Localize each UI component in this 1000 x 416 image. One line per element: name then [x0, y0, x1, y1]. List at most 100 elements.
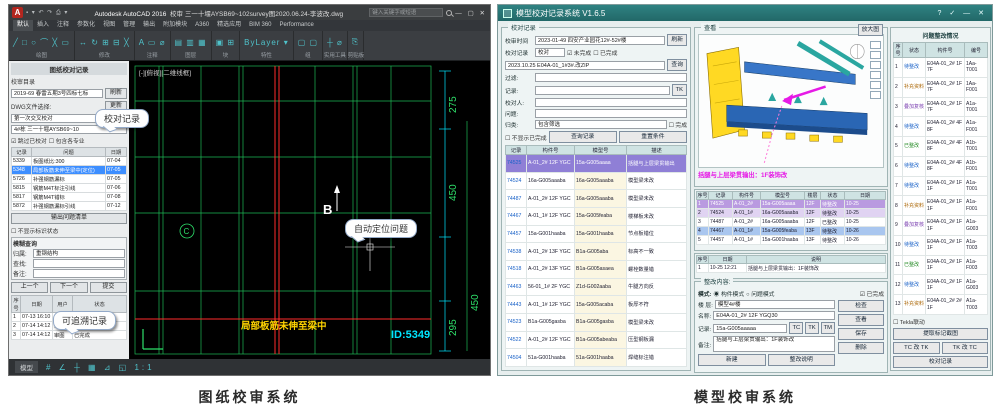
- submit-button[interactable]: 提交: [90, 282, 127, 293]
- ribbon-tab[interactable]: 参数化: [73, 20, 99, 31]
- tc-to-tk-button[interactable]: TC 改 TK: [893, 342, 940, 354]
- dir-select[interactable]: 2019-69 春雷五期3号四标七标: [11, 89, 103, 98]
- record-row[interactable]: 7445715a-G001haaba15a-G001haaba节点板错位: [506, 225, 687, 243]
- autocad-logo-icon[interactable]: A: [12, 7, 23, 18]
- reset-button[interactable]: 重置条件: [619, 131, 687, 143]
- ribbon-group[interactable]: ╱ □ ○ ⌒ ╳ ▭ 绘图: [9, 31, 75, 60]
- mode-select[interactable]: 校对: [535, 48, 565, 57]
- ribbon-group[interactable]: ▢ ▢ 组: [294, 31, 323, 60]
- done-checkbox[interactable]: ☑ 已完成: [860, 289, 884, 298]
- tc-button[interactable]: TC: [789, 322, 803, 334]
- issue-row[interactable]: 5348局部板筋未伸至梁中(定位)07-05: [12, 166, 127, 175]
- record-row[interactable]: 74518A-01_2# 13F YGCB1a-G005asaea螺栓数量错: [506, 260, 687, 278]
- tk-to-tc-button[interactable]: TK 改 TC: [942, 342, 989, 354]
- component-mode-radio[interactable]: ◉ 构件模式: [714, 289, 745, 298]
- check-button[interactable]: 检查: [838, 300, 884, 312]
- tk-button[interactable]: TK: [672, 84, 687, 96]
- detail-row[interactable]: 274524A-01_1#16a-G005aaaba12F待整改10-25: [697, 209, 886, 218]
- issue-row[interactable]: 5872补强钢筋漏标引线07-12: [12, 202, 127, 211]
- drawing-canvas[interactable]: [-][俯视][二维线框] 275 450 295 450 B C 局部板筋未伸…: [129, 61, 490, 359]
- detail-row[interactable]: 574457A-01_1#15a-G001haaba13F待整改10-26: [697, 236, 886, 245]
- status-row[interactable]: 9叠加复核E04A-01_2# 1F 1FA1a-G003: [894, 216, 988, 236]
- issue-row[interactable]: 5817钢筋M4T错标07-08: [12, 193, 127, 202]
- viewport-controls[interactable]: [-][俯视][二维线框]: [139, 68, 191, 77]
- ribbon-tab[interactable]: 附加模块: [159, 20, 191, 31]
- check-records-button[interactable]: 校对记录: [893, 356, 988, 368]
- status-row[interactable]: 10待整改E04A-01_2# 1F 1FA1a-T003: [894, 235, 988, 255]
- record-field[interactable]: 15a-G005aaaaa: [713, 324, 787, 333]
- search-icon[interactable]: [446, 10, 452, 16]
- refresh-button[interactable]: 刷新: [105, 88, 127, 99]
- ribbon-tab[interactable]: Performance: [276, 20, 318, 31]
- status-row[interactable]: 11已整改E04A-01_2# 1F 1FA1a-F003: [894, 255, 988, 275]
- status-toggle-icons[interactable]: # ∠ ┼ ▦ ⊿ ◱ 1:1: [46, 363, 155, 372]
- status-row[interactable]: 1待整改E04A-01_2# 1F 7F1Aa-T001: [894, 58, 988, 78]
- ribbon-tab[interactable]: 插入: [33, 20, 53, 31]
- skip-checked-checkbox[interactable]: ☑ 跳过已校对: [11, 136, 47, 145]
- find-input[interactable]: [33, 259, 125, 268]
- ribbon-group[interactable]: ▣ ⊞ 块: [212, 31, 240, 60]
- belong-select[interactable]: 重钢结构: [33, 249, 125, 258]
- infocenter-search-input[interactable]: [369, 8, 443, 17]
- status-row[interactable]: 8补充资料E04A-01_2# 1F 1FA1a-F001: [894, 196, 988, 216]
- status-row[interactable]: 3叠加复核E04A-01_2# 1F 7FA1a-T001: [894, 97, 988, 117]
- status-row[interactable]: 7待整改E04A-01_2# 1F 1FA1a-T001: [894, 176, 988, 196]
- record-row[interactable]: 74443A-01_1# 12F YGC15a-G005acaba板厚不符: [506, 296, 687, 314]
- finished-checkbox[interactable]: ☐ 已完成: [593, 48, 617, 57]
- capture-button[interactable]: 提取标记截图: [893, 328, 988, 340]
- save-button[interactable]: 保存: [838, 328, 884, 340]
- steel-model-view[interactable]: [699, 35, 883, 167]
- status-row[interactable]: 4待整改E04A-01_2# 4F 8FA1a-F001: [894, 117, 988, 137]
- ribbon-tab[interactable]: 精选应用: [213, 20, 245, 31]
- ribbon-group[interactable]: A ▭ ⌀ 注释: [135, 31, 171, 60]
- filter-input[interactable]: [535, 73, 687, 82]
- tekla-link-checkbox[interactable]: ☐ Tekla联动: [893, 317, 988, 326]
- issue-mode-radio[interactable]: ○ 问题模式: [746, 289, 774, 298]
- zoom-image-button[interactable]: 放大图: [858, 24, 883, 36]
- viewer-tool-icon[interactable]: [870, 61, 881, 69]
- unfinished-checkbox[interactable]: ☑ 未完成: [567, 48, 591, 57]
- ribbon-tab[interactable]: 视图: [99, 20, 119, 31]
- ribbon-group-icons[interactable]: ⎘: [352, 37, 359, 47]
- delete-button[interactable]: 删除: [838, 342, 884, 354]
- record-row[interactable]: 74525A-01_2# 12F YGC15a-G005aaaa括腿与上层梁贯输…: [506, 155, 687, 173]
- tk-button[interactable]: TK: [805, 322, 818, 334]
- cad-drawing[interactable]: [-][俯视][二维线框] 275 450 295 450 B C 局部板筋未伸…: [129, 61, 490, 359]
- rectify-note-button[interactable]: 整改说明: [768, 354, 836, 366]
- ribbon-tab[interactable]: BIM 360: [245, 20, 275, 31]
- refresh-button[interactable]: 刷新: [667, 34, 687, 46]
- record-row[interactable]: 7450451a-G001haaba51a-G001haaba焊缝标注错: [506, 349, 687, 367]
- prev-button[interactable]: 上一个: [11, 282, 48, 293]
- viewer-tool-icon[interactable]: [870, 91, 881, 99]
- ribbon-tab[interactable]: 输出: [139, 20, 159, 31]
- ribbon-group[interactable]: ↔ ↻ ⊞ ⊟ ╳ 修改: [75, 31, 135, 60]
- new-button[interactable]: 新建: [698, 354, 766, 366]
- ribbon-tab[interactable]: 默认: [13, 20, 33, 31]
- view-button[interactable]: 查看: [838, 314, 884, 326]
- ribbon-group-icons[interactable]: ▣ ⊞: [216, 38, 235, 47]
- record-row[interactable]: 74487A-01_2# 12F YGC16a-G005aaaba模型梁未改: [506, 190, 687, 208]
- query-button[interactable]: 查询: [667, 59, 687, 71]
- ribbon-group-icons[interactable]: A ▭ ⌀: [139, 38, 166, 47]
- class-select[interactable]: 包含筛选: [535, 120, 667, 129]
- floor-select[interactable]: 模型4#楼: [715, 300, 835, 309]
- ribbon-group[interactable]: ▤ ▥ ▦ 图层: [171, 31, 212, 60]
- query-records-button[interactable]: 查询记录: [549, 131, 617, 143]
- window-controls[interactable]: — ▢ ✕: [455, 9, 487, 17]
- model-tab[interactable]: 模型: [15, 361, 38, 373]
- ribbon-group-icons[interactable]: ┼ ⌀: [327, 38, 343, 47]
- record-row[interactable]: 74538A-01_2# 13F YGCB1a-G005aba标高不一致: [506, 243, 687, 261]
- viewer-tool-icon[interactable]: [870, 71, 881, 79]
- issue-row[interactable]: 5815钢筋M4T标注引线07-06: [12, 184, 127, 193]
- quick-access-toolbar[interactable]: ▪ ▾ ↶ ↷ ⎙ ▾: [26, 9, 68, 17]
- note-input[interactable]: [33, 269, 125, 278]
- record-row[interactable]: 74523B1a-G005gasbaB1a-G005gasba模型梁未改: [506, 313, 687, 331]
- status-row[interactable]: 6待整改E04A-01_2# 4F 8FA1b-F001: [894, 156, 988, 176]
- viewer-tool-icon[interactable]: [870, 51, 881, 59]
- detail-row[interactable]: 474467A-01_1#15a-G005feaba13F待整改10-26: [697, 227, 886, 236]
- viewer-toolbar[interactable]: [870, 41, 881, 99]
- detail-row[interactable]: 374487A-01_2#16a-G005aaaba12F已整改10-25: [697, 218, 886, 227]
- status-row[interactable]: 2补充资料E04A-01_2# 1F 7F1Aa-F001: [894, 77, 988, 97]
- record-row[interactable]: 74522A-01_2# 12F YGCB1a-G005abeaba压型钢板漏: [506, 331, 687, 349]
- all-majors-checkbox[interactable]: ☐ 包含各专业: [49, 136, 85, 145]
